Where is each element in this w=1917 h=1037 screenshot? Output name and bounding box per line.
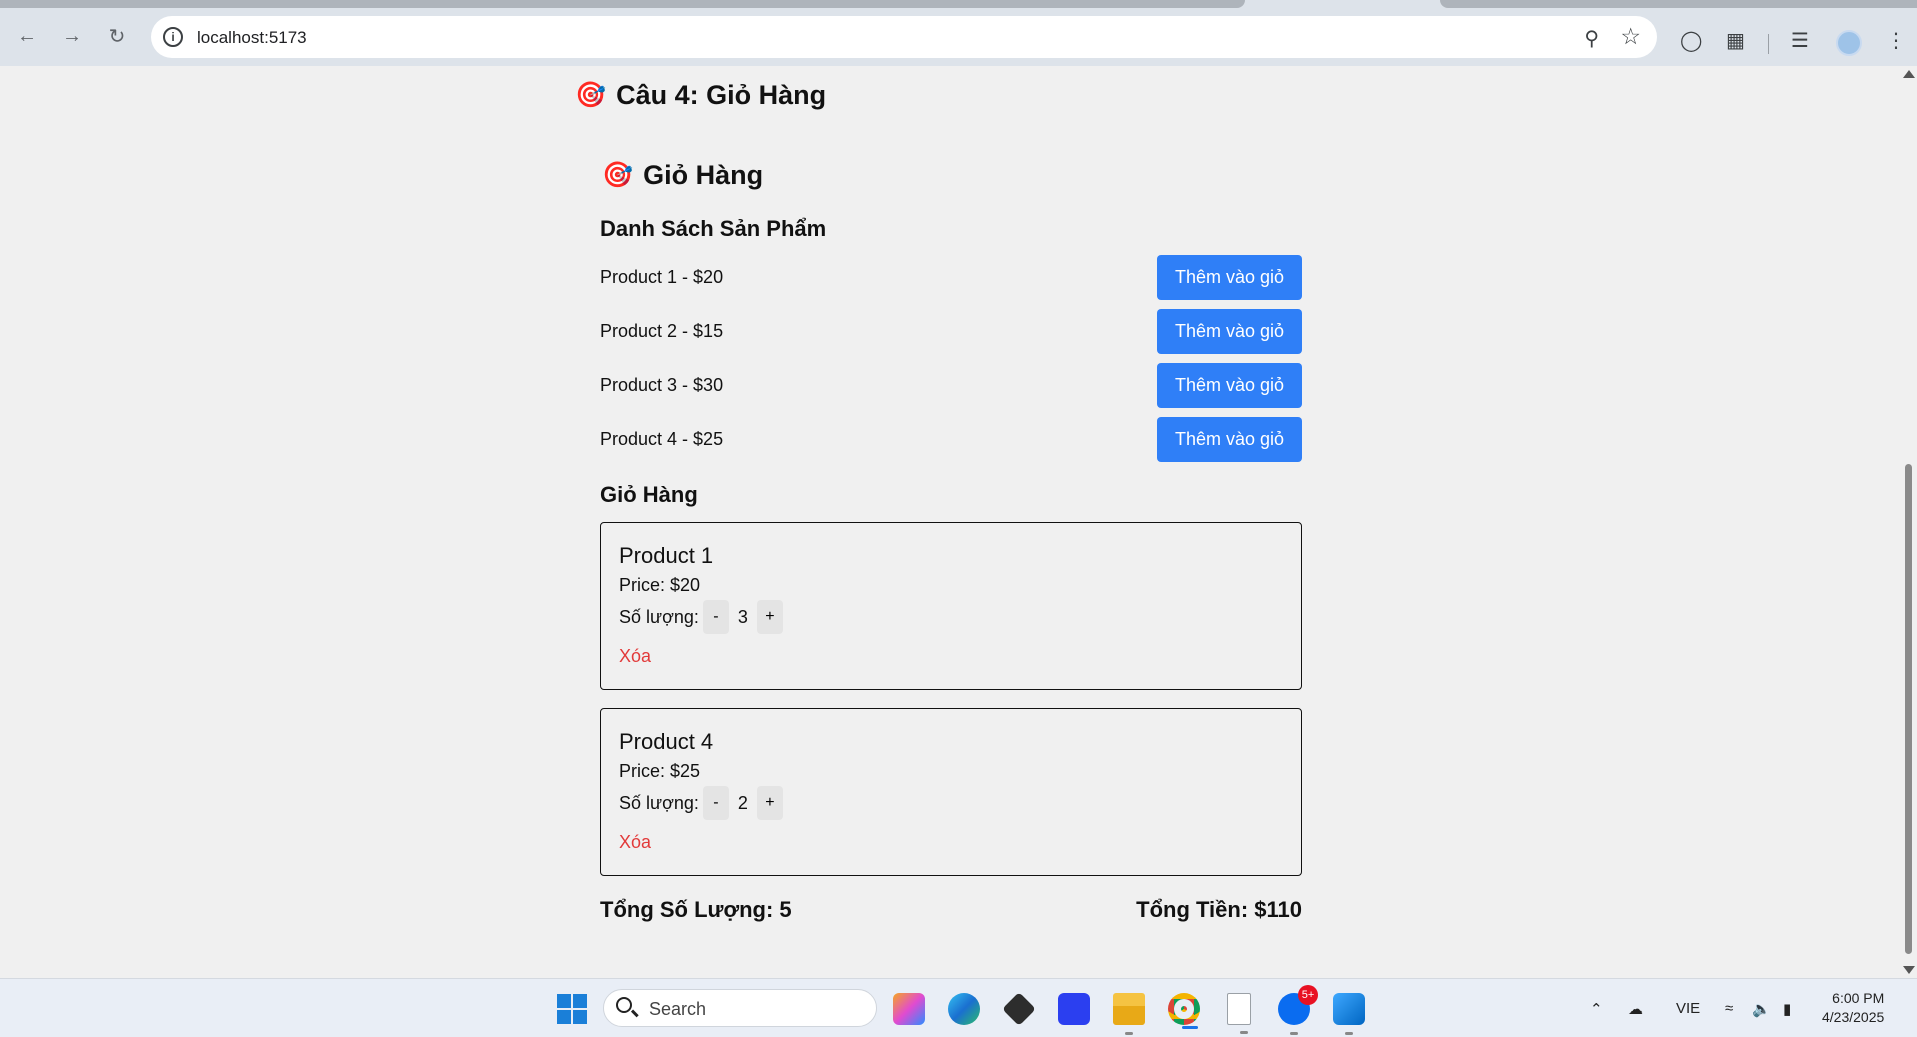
clock-date: 4/23/2025 xyxy=(1822,1009,1885,1025)
edge-icon[interactable] xyxy=(948,993,980,1025)
product-label: Product 1 - $20 xyxy=(600,267,724,287)
target-icon: 🎯 xyxy=(575,81,607,109)
vertical-scrollbar[interactable] xyxy=(1899,66,1917,978)
reading-list-icon[interactable]: ☰ xyxy=(1791,28,1809,53)
zoom-icon[interactable]: ⚲ xyxy=(1584,26,1599,51)
site-info-icon[interactable]: i xyxy=(163,27,183,47)
page-content: 🎯 Câu 4: Giỏ Hàng 🎯 Giỏ Hàng Danh Sách S… xyxy=(0,66,1899,978)
scroll-down-arrow-icon[interactable] xyxy=(1903,966,1915,974)
extensions-puzzle-icon[interactable]: ▦ xyxy=(1726,28,1745,53)
cart-item-price: Price: $20 xyxy=(619,575,701,595)
search-icon xyxy=(616,997,632,1013)
cart-section-heading: Giỏ Hàng xyxy=(600,482,698,507)
cart-item-price: Price: $25 xyxy=(619,761,701,781)
address-bar[interactable]: i localhost:5173 ⚲ ☆ xyxy=(151,16,1657,58)
windows-taskbar: Search 5+ ⌃ ☁ VIE ≈ 🔈 ▮ 6:00 PM 4/23/202… xyxy=(0,978,1917,1037)
zalo-icon[interactable]: 5+ xyxy=(1278,985,1318,1035)
taskbar-search-box[interactable]: Search xyxy=(603,989,877,1027)
product-label: Product 2 - $15 xyxy=(600,321,724,341)
cart-item: Product 1 Price: $20 Số lượng: - 3 + Xóa xyxy=(600,522,1302,690)
add-to-cart-button[interactable]: Thêm vào giỏ xyxy=(1157,417,1302,462)
total-price: Tổng Tiền: $110 xyxy=(1136,897,1302,922)
quantity-stepper: Số lượng: - 3 + xyxy=(619,600,783,634)
target-icon: 🎯 xyxy=(602,161,634,189)
visual-studio-app-icon[interactable] xyxy=(1058,993,1090,1025)
onedrive-cloud-icon[interactable]: ☁ xyxy=(1628,979,1643,1037)
app-cube-icon[interactable] xyxy=(1002,992,1036,1026)
quantity-stepper: Số lượng: - 2 + xyxy=(619,786,783,820)
wifi-icon[interactable]: ≈ xyxy=(1725,979,1733,1037)
product-row: Product 4 - $25 Thêm vào giỏ xyxy=(600,417,1302,463)
page-title-text: Câu 4: Giỏ Hàng xyxy=(616,80,827,110)
browser-toolbar: ← → ↻ i localhost:5173 ⚲ ☆ ◯ ▦ ☰ ⋮ xyxy=(0,8,1917,66)
toolbar-divider xyxy=(1768,34,1769,54)
cart-item: Product 4 Price: $25 Số lượng: - 2 + Xóa xyxy=(600,708,1302,876)
product-row: Product 2 - $15 Thêm vào giỏ xyxy=(600,309,1302,355)
quantity-label: Số lượng: xyxy=(619,792,699,813)
copilot-icon[interactable] xyxy=(893,993,925,1025)
profile-avatar[interactable] xyxy=(1836,30,1862,56)
browser-tab[interactable] xyxy=(0,0,1245,8)
increase-quantity-button[interactable]: + xyxy=(756,600,783,634)
product-row: Product 1 - $20 Thêm vào giỏ xyxy=(600,255,1302,301)
page-title: 🎯 Câu 4: Giỏ Hàng xyxy=(575,80,826,111)
notification-badge: 5+ xyxy=(1298,985,1318,1005)
language-indicator[interactable]: VIE xyxy=(1676,979,1700,1037)
add-to-cart-button[interactable]: Thêm vào giỏ xyxy=(1157,255,1302,300)
quantity-label: Số lượng: xyxy=(619,606,699,627)
add-to-cart-button[interactable]: Thêm vào giỏ xyxy=(1157,309,1302,354)
forward-arrow-icon[interactable]: → xyxy=(57,21,87,51)
product-label: Product 3 - $30 xyxy=(600,375,724,395)
clock-time: 6:00 PM xyxy=(1832,990,1885,1006)
product-list-heading: Danh Sách Sản Phẩm xyxy=(600,216,827,241)
show-hidden-icons-chevron-icon[interactable]: ⌃ xyxy=(1590,979,1603,1037)
quantity-value: 2 xyxy=(737,792,748,813)
scroll-up-arrow-icon[interactable] xyxy=(1903,70,1915,78)
back-arrow-icon[interactable]: ← xyxy=(12,21,42,51)
windows-start-icon[interactable] xyxy=(557,994,587,1024)
total-quantity: Tổng Số Lượng: 5 xyxy=(600,897,792,922)
volume-icon[interactable]: 🔈 xyxy=(1752,979,1771,1037)
url-text[interactable]: localhost:5173 xyxy=(197,28,307,48)
increase-quantity-button[interactable]: + xyxy=(756,786,783,820)
cart-item-name: Product 4 xyxy=(619,729,714,754)
vscode-icon[interactable] xyxy=(1333,993,1365,1035)
reload-icon[interactable]: ↻ xyxy=(102,21,132,51)
cart-heading: 🎯 Giỏ Hàng xyxy=(602,160,763,191)
scrollbar-thumb[interactable] xyxy=(1905,464,1912,954)
add-to-cart-button[interactable]: Thêm vào giỏ xyxy=(1157,363,1302,408)
chrome-icon[interactable] xyxy=(1168,993,1200,1029)
bookmark-star-icon[interactable]: ☆ xyxy=(1620,23,1641,50)
product-label: Product 4 - $25 xyxy=(600,429,724,449)
remove-item-link[interactable]: Xóa xyxy=(619,646,651,667)
battery-icon[interactable]: ▮ xyxy=(1783,979,1791,1037)
taskbar-search-placeholder: Search xyxy=(649,999,707,1019)
decrease-quantity-button[interactable]: - xyxy=(702,786,729,820)
file-explorer-icon[interactable] xyxy=(1113,993,1145,1035)
product-row: Product 3 - $30 Thêm vào giỏ xyxy=(600,363,1302,409)
quantity-value: 3 xyxy=(737,606,748,627)
kebab-menu-icon[interactable]: ⋮ xyxy=(1886,28,1906,53)
system-clock[interactable]: 6:00 PM 4/23/2025 xyxy=(1822,989,1884,1027)
cart-item-name: Product 1 xyxy=(619,543,714,568)
browser-tab[interactable] xyxy=(1440,0,1917,8)
decrease-quantity-button[interactable]: - xyxy=(702,600,729,634)
remove-item-link[interactable]: Xóa xyxy=(619,832,651,853)
compass-extension-icon[interactable]: ◯ xyxy=(1680,28,1702,53)
notepad-icon[interactable] xyxy=(1227,993,1251,1034)
cart-heading-text: Giỏ Hàng xyxy=(643,160,764,190)
